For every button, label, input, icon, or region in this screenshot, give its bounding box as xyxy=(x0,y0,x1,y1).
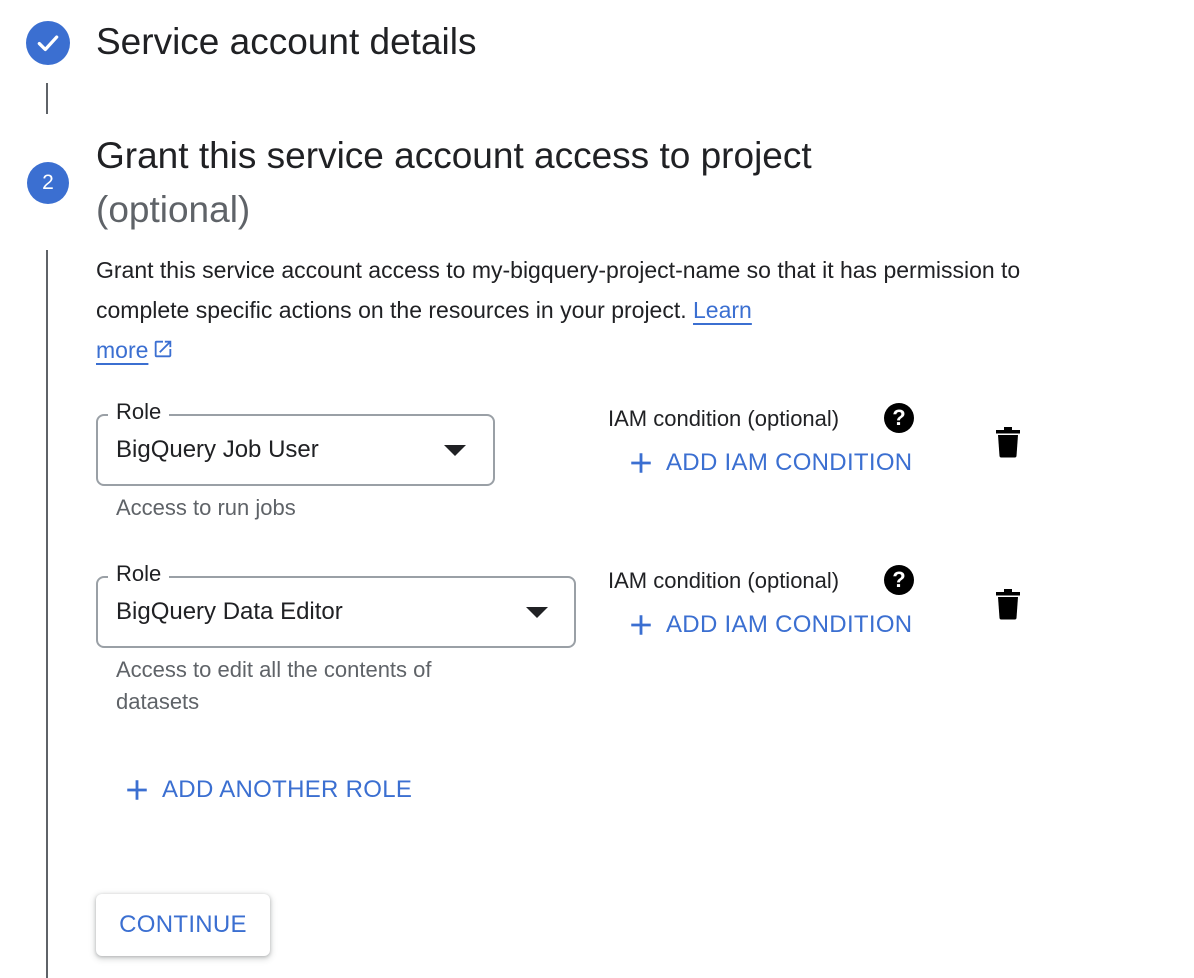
stepper-connector-line xyxy=(46,83,48,114)
delete-role-trash-icon[interactable] xyxy=(994,426,1022,458)
delete-role-trash-icon[interactable] xyxy=(994,588,1022,620)
add-iam-condition-label: ADD IAM CONDITION xyxy=(666,449,913,476)
help-icon[interactable]: ? xyxy=(884,403,914,433)
check-icon xyxy=(37,35,59,52)
add-iam-condition-button-2[interactable]: ADD IAM CONDITION xyxy=(628,610,912,640)
step2-number-badge: 2 xyxy=(27,162,69,204)
stepper-connector-line xyxy=(46,250,48,978)
plus-icon xyxy=(628,612,654,638)
role-help-text-2: Access to edit all the contents of datas… xyxy=(116,657,432,714)
add-iam-condition-label: ADD IAM CONDITION xyxy=(666,611,913,638)
help-icon[interactable]: ? xyxy=(884,565,914,595)
dropdown-arrow-icon[interactable] xyxy=(444,445,466,456)
iam-condition-label-2: IAM condition (optional) xyxy=(608,568,840,593)
open-in-new-icon xyxy=(152,332,174,372)
role-help-text-1: Access to run jobs xyxy=(116,495,296,520)
dropdown-arrow-icon[interactable] xyxy=(526,607,548,618)
step2-title: Grant this service account access to pro… xyxy=(96,135,812,176)
add-another-role-button[interactable]: ADD ANOTHER ROLE xyxy=(124,775,412,805)
add-another-role-label: ADD ANOTHER ROLE xyxy=(162,776,413,803)
continue-button[interactable]: CONTINUE xyxy=(96,894,270,956)
add-iam-condition-button-1[interactable]: ADD IAM CONDITION xyxy=(628,448,912,478)
role-value-1[interactable]: BigQuery Job User xyxy=(116,435,319,465)
plus-icon xyxy=(124,777,150,803)
step-complete-check-icon xyxy=(26,21,70,65)
role-value-2[interactable]: BigQuery Data Editor xyxy=(116,597,343,627)
step2-optional-label: (optional) xyxy=(96,189,251,230)
description-text: Grant this service account access to my-… xyxy=(96,257,1021,323)
step2-description: Grant this service account access to my-… xyxy=(96,250,1026,372)
role-label-1: Role xyxy=(108,399,170,425)
plus-icon xyxy=(628,450,654,476)
iam-condition-label-1: IAM condition (optional) xyxy=(608,406,840,431)
role-label-2: Role xyxy=(108,561,170,587)
step1-title[interactable]: Service account details xyxy=(96,16,476,68)
